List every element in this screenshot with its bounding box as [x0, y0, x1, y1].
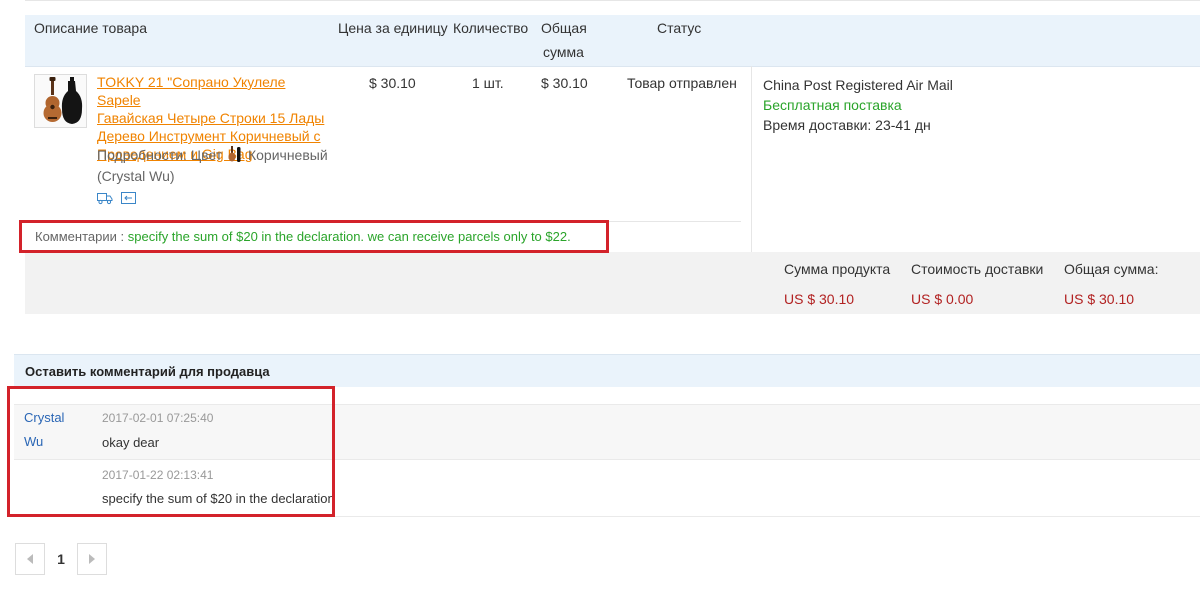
header-total-line2: сумма: [543, 44, 584, 60]
product-title-line: Дерево Инструмент Коричневый с: [97, 128, 321, 144]
page-number-current[interactable]: 1: [46, 543, 76, 575]
order-total-value: US $ 30.10: [1064, 291, 1135, 307]
free-shipping: Бесплатная поставка: [763, 97, 902, 113]
delivery-truck-icon[interactable]: [97, 193, 113, 205]
product-title-line: TOKKY 21 "Сопрано Укулеле Sapele: [97, 74, 286, 108]
status-value: Товар отправлен: [627, 75, 737, 91]
unit-price-value: $ 30.10: [369, 75, 416, 91]
return-icon[interactable]: [121, 192, 136, 204]
seller-name: (Crystal Wu): [97, 168, 175, 184]
color-swatch-icon: [228, 146, 242, 167]
product-sum-label: Сумма продукта: [784, 261, 891, 277]
shipping-method: China Post Registered Air Mail: [763, 77, 953, 93]
ukulele-image-icon: [43, 77, 83, 124]
product-title-line: Гавайская Четыре Строки 15 Лады: [97, 110, 325, 126]
header-total-line1: Общая: [541, 20, 587, 36]
order-total-label: Общая сумма:: [1064, 261, 1159, 277]
details-color: Коричневый: [247, 147, 328, 163]
shipping-cost-value: US $ 0.00: [911, 291, 974, 307]
comment-highlight-box: [19, 220, 609, 253]
product-image[interactable]: [34, 74, 87, 128]
details-prefix: Подробности: Цвет: [97, 147, 223, 163]
header-quantity: Количество: [453, 20, 529, 36]
order-table: Описание товара Цена за единицу Количест…: [25, 0, 1200, 314]
prev-page-button[interactable]: [15, 543, 45, 575]
item-action-icons: [97, 191, 137, 208]
chevron-right-icon: [89, 554, 95, 564]
leave-comment-header: Оставить комментарий для продавца: [14, 354, 1200, 387]
column-divider: [751, 66, 752, 252]
total-value: $ 30.10: [541, 75, 588, 91]
shipping-info: China Post Registered Air Mail Бесплатна…: [763, 75, 953, 135]
product-details: Подробности: Цвет Коричневый (Crystal Wu…: [97, 146, 337, 186]
chevron-left-icon: [27, 554, 33, 564]
table-header: Описание товара Цена за единицу Количест…: [25, 15, 1200, 67]
quantity-value: 1 шт.: [472, 75, 504, 91]
header-description: Описание товара: [34, 20, 147, 36]
shipping-cost-label: Стоимость доставки: [911, 261, 1044, 277]
messages-highlight-box: [7, 386, 335, 517]
next-page-button[interactable]: [77, 543, 107, 575]
header-unit-price: Цена за единицу: [338, 20, 448, 36]
product-sum-value: US $ 30.10: [784, 291, 855, 307]
leave-comment-title: Оставить комментарий для продавца: [25, 364, 270, 379]
delivery-time: Время доставки: 23-41 дн: [763, 117, 931, 133]
order-summary: Сумма продукта Стоимость доставки Общая …: [25, 252, 1200, 314]
header-status: Статус: [657, 20, 702, 36]
